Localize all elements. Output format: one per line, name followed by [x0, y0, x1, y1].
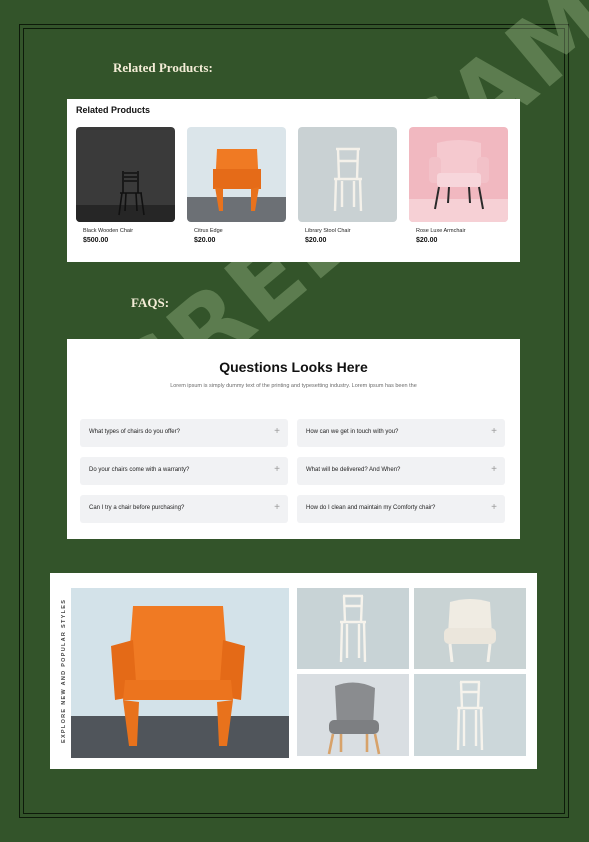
faq-item[interactable]: How do I clean and maintain my Comforty …: [297, 495, 505, 523]
related-products-title: Related Products: [76, 105, 151, 115]
product-price: $20.00: [416, 237, 438, 244]
product-price: $20.00: [305, 237, 327, 244]
faq-question: How do I clean and maintain my Comforty …: [306, 505, 436, 511]
plus-icon[interactable]: +: [491, 426, 497, 437]
product-image-black-chair[interactable]: [76, 127, 175, 222]
related-products-card: Related Products Black Wooden Chair $500…: [67, 99, 520, 262]
gallery-image-white-chair[interactable]: [297, 588, 409, 669]
plus-icon[interactable]: +: [491, 464, 497, 475]
faq-question: Can I try a chair before purchasing?: [89, 505, 185, 511]
faq-subtitle: Lorem ipsum is simply dummy text of the …: [170, 383, 417, 389]
product-name[interactable]: Black Wooden Chair: [83, 228, 175, 234]
faq-item[interactable]: Do your chairs come with a warranty? +: [80, 457, 288, 485]
faq-item[interactable]: What will be delivered? And When? +: [297, 457, 505, 485]
plus-icon[interactable]: +: [274, 426, 280, 437]
faq-question: What types of chairs do you offer?: [89, 429, 180, 435]
gallery-image-white-chair-2[interactable]: [414, 674, 526, 756]
faq-item[interactable]: Can I try a chair before purchasing? +: [80, 495, 288, 523]
faqs-heading: FAQS:: [131, 295, 170, 310]
product-card[interactable]: Black Wooden Chair $500.00: [76, 127, 175, 244]
faq-item[interactable]: How can we get in touch with you? +: [297, 419, 505, 447]
faq-card: Questions Looks Here Lorem ipsum is simp…: [67, 339, 520, 539]
faq-question: How can we get in touch with you?: [306, 429, 399, 435]
plus-icon[interactable]: +: [274, 464, 280, 475]
product-name[interactable]: Library Stool Chair: [305, 228, 397, 234]
plus-icon[interactable]: +: [491, 502, 497, 513]
faq-title: Questions Looks Here: [219, 359, 368, 375]
product-price: $500.00: [83, 237, 109, 244]
gallery-side-label: EXPLORE NEW AND POPULAR STYLES: [53, 599, 69, 743]
product-image-white-chair[interactable]: [298, 127, 397, 222]
product-image-orange-chair[interactable]: [187, 127, 286, 222]
product-image-pink-armchair[interactable]: [409, 127, 508, 222]
gallery-image-grey-chair[interactable]: [297, 674, 409, 756]
gallery-side-text: EXPLORE NEW AND POPULAR STYLES: [61, 598, 67, 743]
product-price: $20.00: [194, 237, 216, 244]
styles-gallery-card: EXPLORE NEW AND POPULAR STYLES: [50, 573, 537, 769]
product-card[interactable]: Library Stool Chair $20.00: [298, 127, 397, 244]
product-name[interactable]: Rose Luxe Armchair: [416, 228, 508, 234]
related-products-heading: Related Products:: [113, 60, 213, 75]
product-card[interactable]: Rose Luxe Armchair $20.00: [409, 127, 508, 244]
product-card[interactable]: Citrus Edge $20.00: [187, 127, 286, 244]
faq-item[interactable]: What types of chairs do you offer? +: [80, 419, 288, 447]
plus-icon[interactable]: +: [274, 502, 280, 513]
gallery-image-orange-chair[interactable]: [71, 588, 289, 758]
product-name[interactable]: Citrus Edge: [194, 228, 286, 234]
faq-question: What will be delivered? And When?: [306, 467, 401, 473]
faq-question: Do your chairs come with a warranty?: [89, 467, 190, 473]
gallery-image-tufted-chair[interactable]: [414, 588, 526, 669]
